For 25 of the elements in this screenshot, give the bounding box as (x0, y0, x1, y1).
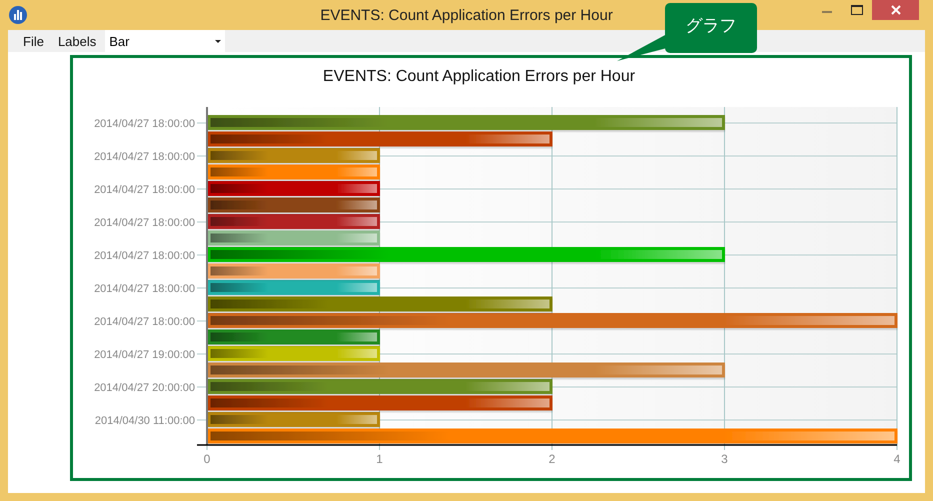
close-button[interactable] (872, 0, 919, 20)
axis-label: 2014/04/30 11:00:00 (94, 415, 195, 427)
chart-title: EVENTS: Count Application Errors per Hour (322, 68, 636, 85)
menu-item[interactable]: File (16, 30, 51, 52)
axis-label: 2014/04/27 18:00:00 (94, 283, 195, 295)
app-icon (9, 6, 27, 24)
close-icon (890, 5, 900, 15)
tick-label: 1 (376, 452, 383, 466)
axis-label: 2014/04/27 18:00:00 (94, 250, 195, 262)
axis-label: 2014/04/27 18:00:00 (94, 151, 195, 163)
axis-label: 2014/04/27 18:00:00 (94, 184, 195, 196)
axis-label: 2014/04/27 18:00:00 (94, 217, 195, 229)
axis-label: 2014/04/27 20:00:00 (94, 382, 195, 394)
axis-label: 2014/04/27 18:00:00 (94, 316, 195, 328)
tick-label: 3 (721, 452, 728, 466)
callout-label: グラフ (665, 3, 757, 53)
menu-item[interactable]: Labels (50, 30, 104, 52)
axis-label: 2014/04/27 18:00:00 (94, 118, 195, 130)
chart-type-dropdown[interactable]: Bar (105, 30, 226, 52)
tick-label: 0 (204, 452, 210, 466)
window-title: EVENTS: Count Application Errors per Hour (320, 7, 613, 24)
tick-label: 4 (894, 452, 900, 466)
axis-label: 2014/04/27 19:00:00 (94, 349, 195, 361)
tick-label: 2 (548, 452, 556, 466)
maximize-icon (851, 5, 863, 15)
